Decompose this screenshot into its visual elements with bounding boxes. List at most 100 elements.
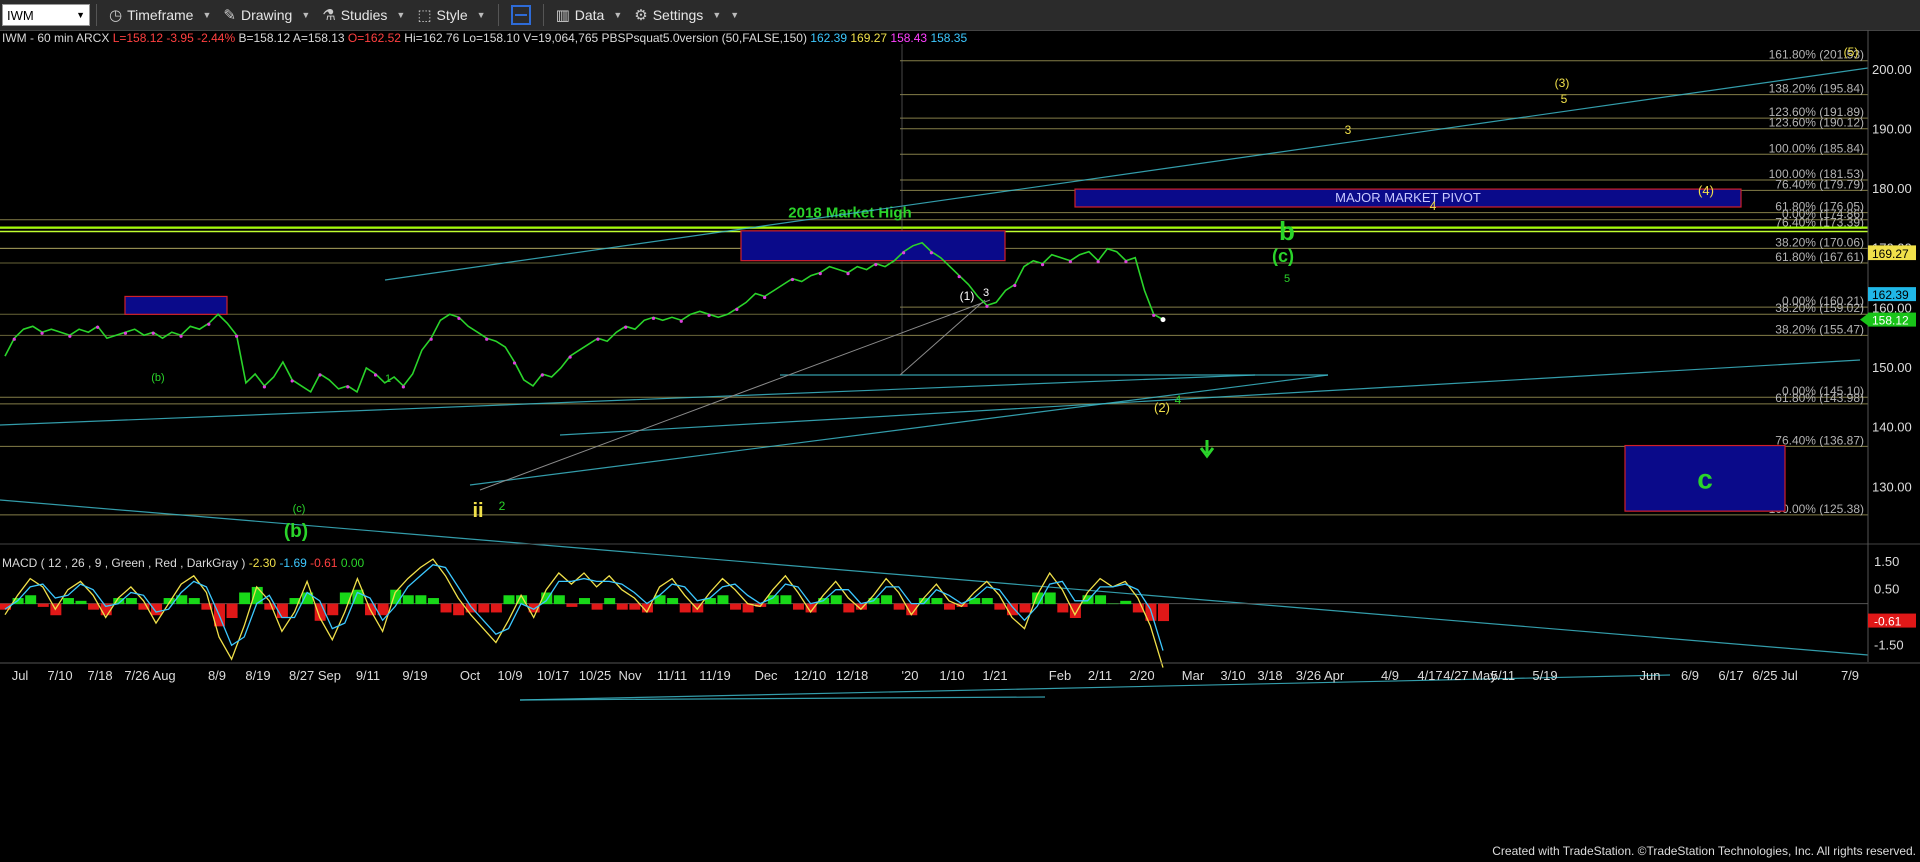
price-bar bbox=[123, 331, 128, 335]
pencil-icon: ✎ bbox=[223, 7, 236, 24]
price-bar bbox=[1040, 263, 1045, 267]
zone-box bbox=[124, 295, 228, 315]
price-bar bbox=[151, 331, 155, 335]
wave-label: (5) bbox=[1844, 45, 1859, 59]
legend-item: 158.43 bbox=[890, 31, 930, 45]
data-menu[interactable]: ▥ Data ▼ bbox=[550, 0, 629, 30]
date-tick: 4/17 bbox=[1417, 668, 1442, 683]
date-tick: 6/25 Jul bbox=[1752, 668, 1798, 683]
macd-hist-bar bbox=[503, 595, 515, 605]
legend-item: 0.00 bbox=[341, 556, 365, 570]
date-tick: 7/26 Aug bbox=[124, 668, 175, 683]
date-tick: 7/10 bbox=[47, 668, 72, 683]
macd-hist-bar bbox=[654, 595, 666, 605]
caret-down-icon: ▼ bbox=[301, 10, 311, 20]
price-tag: 162.39 bbox=[1868, 287, 1916, 302]
macd-hist-bar bbox=[25, 595, 37, 605]
studies-label: Studies bbox=[340, 7, 388, 23]
macd-hist-bar bbox=[1107, 603, 1119, 605]
date-tick: 1/21 bbox=[982, 668, 1007, 683]
timeframe-menu[interactable]: ◷ Timeframe ▼ bbox=[103, 0, 217, 30]
macd-hist-bar bbox=[629, 603, 641, 610]
date-tick: 6/17 bbox=[1718, 668, 1743, 683]
macd-hist-bar bbox=[730, 603, 742, 610]
style-menu[interactable]: ⬚ Style ▼ bbox=[411, 0, 491, 30]
macd-tick: -1.50 bbox=[1874, 637, 1904, 652]
price-bar bbox=[679, 319, 683, 323]
price-bar bbox=[429, 337, 433, 341]
wave-label: 5 bbox=[1561, 92, 1568, 106]
date-tick: 10/9 bbox=[497, 668, 522, 683]
price-bar bbox=[957, 274, 961, 279]
trend-line bbox=[469, 374, 1329, 486]
price-bar bbox=[929, 251, 934, 255]
macd-hist-bar bbox=[427, 598, 439, 605]
settings-label: Settings bbox=[652, 7, 704, 23]
legend-item: 169.27 bbox=[850, 31, 890, 45]
wave-label: 3 bbox=[1345, 123, 1352, 137]
wave-labels: b(c)5(1) 3(2) 4(b) 12ii(c)(b)(3)534(4)(5) bbox=[151, 45, 1858, 542]
price-bar bbox=[318, 373, 322, 377]
macd-hist-bar bbox=[931, 598, 943, 605]
caret-down-icon: ▼ bbox=[730, 10, 740, 20]
date-tick: Jul bbox=[12, 668, 29, 683]
wave-label: (4) bbox=[1698, 183, 1714, 198]
date-tick: 7/18 bbox=[87, 668, 112, 683]
wave-label: 3 bbox=[983, 287, 989, 299]
price-tick: 150.00 bbox=[1872, 360, 1912, 375]
legend-item: Hi=162.76 bbox=[404, 31, 462, 45]
price-bar bbox=[1068, 260, 1072, 264]
legend-item: -1.69 bbox=[279, 556, 310, 570]
date-tick: Jun bbox=[1640, 668, 1661, 683]
price-tag: 169.27 bbox=[1868, 246, 1916, 261]
price-bar bbox=[1152, 313, 1156, 317]
fib-label: 100.00% (185.84) bbox=[1769, 141, 1864, 155]
chevron-down-icon[interactable]: ▼ bbox=[76, 10, 85, 20]
gear-icon: ⚙ bbox=[634, 7, 648, 24]
price-bar bbox=[68, 334, 72, 338]
macd-hist-bar bbox=[125, 598, 137, 605]
legend-item: MACD ( 12 , 26 , 9 , Green , Red , DarkG… bbox=[2, 556, 249, 570]
macd-hist-bar bbox=[843, 603, 855, 613]
macd-hist-bar bbox=[226, 603, 238, 619]
drawing-label: Drawing bbox=[240, 7, 293, 23]
last-price-point bbox=[1160, 317, 1166, 323]
date-tick: 12/18 bbox=[836, 668, 869, 683]
price-bar bbox=[902, 251, 906, 255]
macd-hist-bar bbox=[893, 603, 905, 610]
studies-menu[interactable]: ⚗ Studies ▼ bbox=[316, 0, 411, 30]
price-bar bbox=[179, 334, 183, 338]
caret-down-icon: ▼ bbox=[202, 10, 212, 20]
date-tick: 12/10 bbox=[794, 668, 827, 683]
settings-menu[interactable]: ⚙ Settings ▼ ▼ bbox=[628, 0, 745, 30]
chart-area[interactable]: 161.80% (201.53)138.20% (195.84)123.60% … bbox=[0, 30, 1920, 862]
date-tick: 3/10 bbox=[1220, 668, 1245, 683]
caret-down-icon: ▼ bbox=[396, 10, 406, 20]
window-layout-icon[interactable] bbox=[510, 5, 531, 25]
date-tick: 11/11 bbox=[657, 668, 688, 683]
date-tick: Mar bbox=[1182, 668, 1205, 683]
price-bar bbox=[707, 313, 711, 317]
symbol-value: IWM bbox=[7, 7, 34, 23]
macd-hist-bar bbox=[75, 600, 87, 605]
price-tick: 200.00 bbox=[1872, 62, 1912, 77]
pitchfork-line bbox=[479, 299, 991, 491]
price-tick: 140.00 bbox=[1872, 420, 1912, 435]
price-bar bbox=[985, 304, 989, 308]
macd-hist-bar bbox=[151, 603, 163, 616]
macd-hist-bar bbox=[239, 592, 251, 605]
price-tag-label: 158.12 bbox=[1872, 314, 1909, 328]
flask-icon: ⚗ bbox=[322, 7, 336, 24]
symbol-input[interactable]: IWM ▼ bbox=[2, 4, 90, 26]
date-tick: 9/11 bbox=[356, 668, 380, 683]
fib-label: 61.80% (143.98) bbox=[1775, 391, 1864, 405]
date-tick: 4/27 May bbox=[1443, 668, 1497, 683]
drawing-menu[interactable]: ✎ Drawing ▼ bbox=[217, 0, 316, 30]
legend-item: -3.95 bbox=[166, 31, 197, 45]
macd-hist-bar bbox=[1158, 603, 1169, 622]
price-bar bbox=[457, 316, 461, 320]
wave-label: 1 bbox=[385, 373, 391, 385]
price-bar bbox=[763, 295, 767, 300]
price-bar bbox=[540, 373, 544, 377]
date-tick: 5/11 bbox=[1491, 668, 1515, 683]
